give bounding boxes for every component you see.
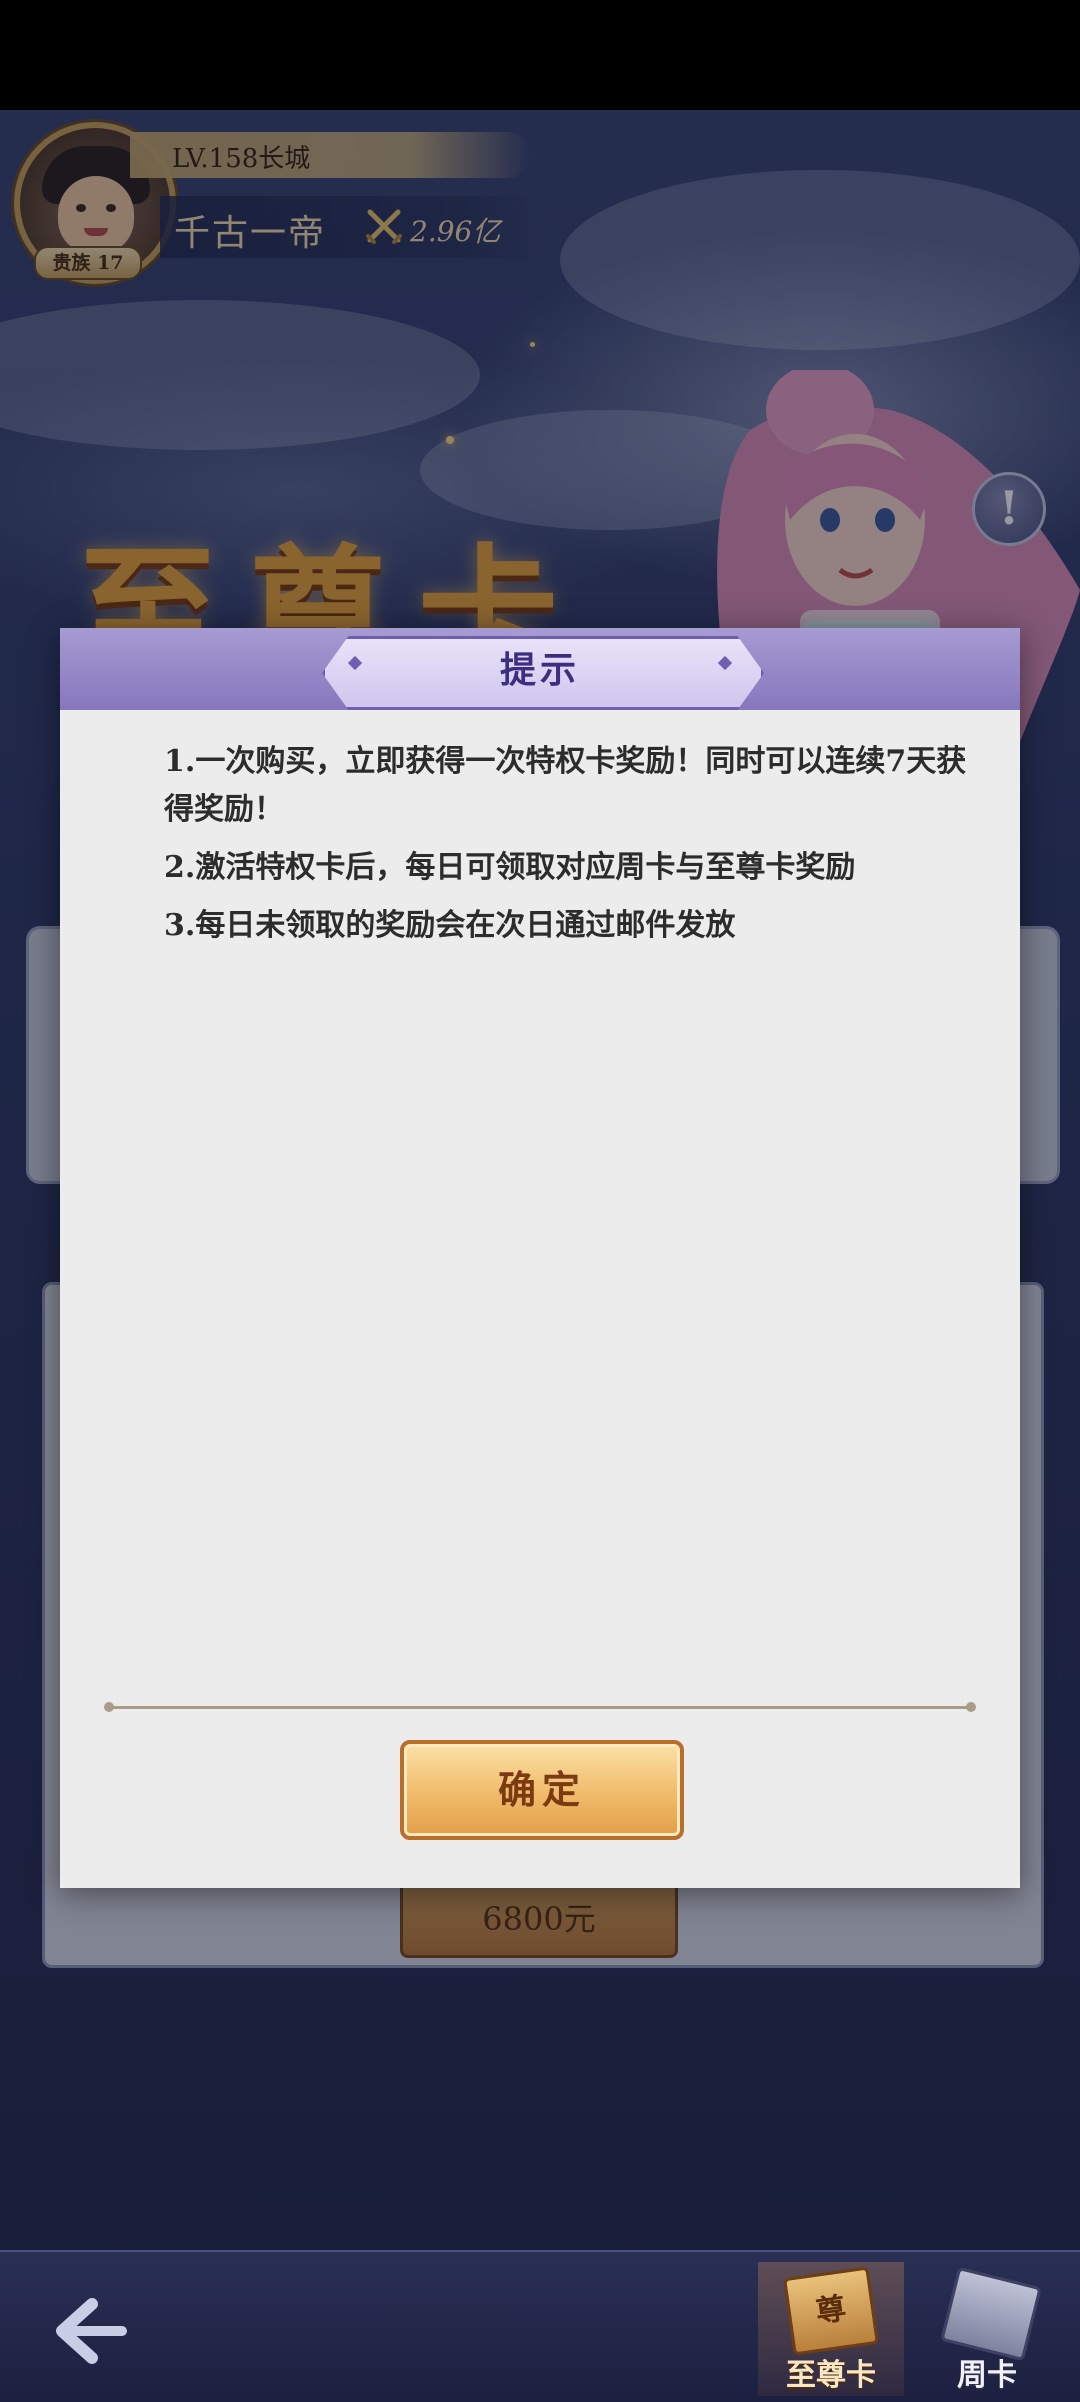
back-arrow-icon[interactable] [52,2296,132,2366]
confirm-button[interactable]: 确定 [400,1740,684,1840]
divider-end-dot [966,1702,976,1712]
dialog-title: 提示 [499,649,580,691]
tab-supreme-card[interactable]: 尊 至尊卡 [758,2262,904,2396]
tip-dialog: 提示 1.一次购买，立即获得一次特权卡奖励！同时可以连续7天获得奖励！ 2.激活… [60,628,1020,1888]
tab-week-label: 周卡 [957,2358,1017,2393]
supreme-card-icon: 尊 [782,2266,880,2356]
dialog-divider [106,1706,974,1709]
tab-week-card[interactable]: 周卡 [914,2262,1060,2396]
status-bar [0,0,1080,110]
rules-list: 1.一次购买，立即获得一次特权卡奖励！同时可以连续7天获得奖励！ 2.激活特权卡… [164,738,984,960]
rule-item: 3.每日未领取的奖励会在次日通过邮件发放 [164,908,736,943]
tab-supreme-label: 至尊卡 [786,2358,876,2393]
rule-item: 1.一次购买，立即获得一次特权卡奖励！同时可以连续7天获得奖励！ [164,744,967,827]
week-card-icon [940,2266,1042,2362]
divider-end-dot [104,1702,114,1712]
rule-item: 2.激活特权卡后，每日可领取对应周卡与至尊卡奖励 [164,850,856,885]
